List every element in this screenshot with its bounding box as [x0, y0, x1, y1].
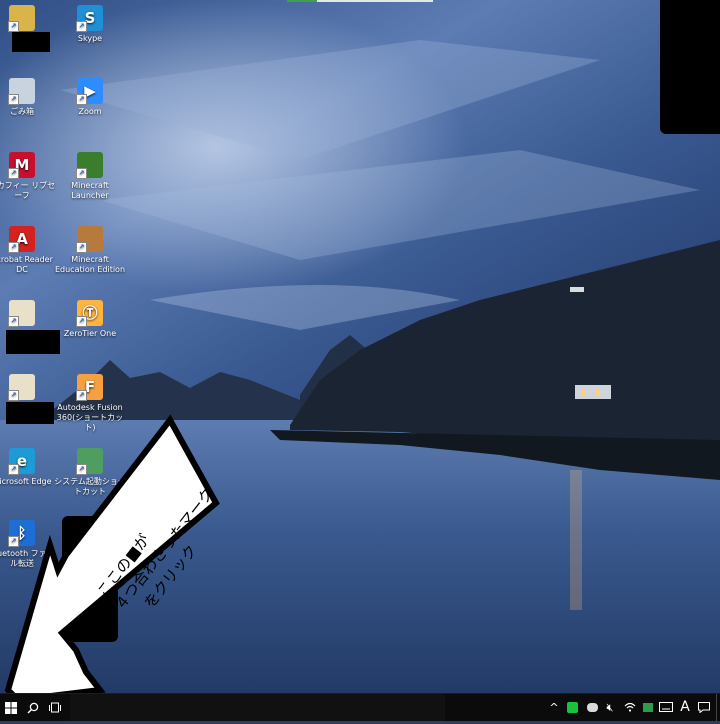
discord-icon[interactable] — [584, 694, 600, 721]
task-view-button[interactable] — [44, 694, 66, 721]
show-hidden-icons-button[interactable]: ^ — [546, 694, 562, 721]
network-status-icon[interactable] — [640, 694, 656, 721]
ime-indicator[interactable]: A — [677, 694, 693, 721]
touch-keyboard-icon[interactable] — [658, 694, 674, 721]
notification-center-icon[interactable] — [696, 694, 712, 721]
taskbar-apps-area — [70, 694, 445, 721]
windows-start-icon — [5, 702, 17, 714]
search-button[interactable] — [22, 694, 44, 721]
line-app-icon[interactable] — [564, 694, 580, 721]
start-button[interactable] — [0, 694, 22, 721]
task-view-icon — [49, 702, 61, 713]
show-desktop-button[interactable] — [716, 694, 720, 721]
search-icon — [27, 702, 39, 714]
instruction-arrow-callout — [4, 414, 220, 704]
wifi-icon[interactable] — [622, 694, 638, 721]
taskbar: ^ 🔇︎ A あ — [0, 693, 720, 721]
volume-muted-icon[interactable]: 🔇︎ — [602, 694, 618, 721]
